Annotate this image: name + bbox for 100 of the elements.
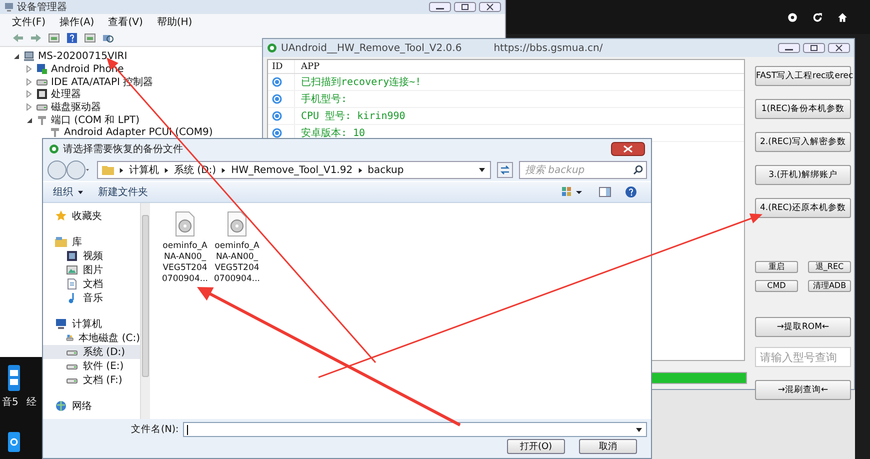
back-forward-icon[interactable] (47, 160, 91, 180)
menu-item[interactable]: 文件(F) (12, 14, 46, 28)
filename-field[interactable] (182, 422, 647, 437)
tree-item[interactable]: Android Adapter PCUI (COM9) (64, 126, 213, 138)
nav-item[interactable]: 音乐 (43, 291, 140, 305)
log-text: 已扫描到recovery连接~! (300, 76, 422, 89)
file-name[interactable]: oeminfo_ANA-AN00_VEG5T2040700904... (162, 241, 208, 285)
reboot-button[interactable]: 重启 (755, 261, 798, 273)
expand-toggle-icon[interactable] (25, 116, 33, 124)
preview-pane-icon[interactable] (599, 186, 611, 198)
model-search-field[interactable]: 请输入型号查询 (755, 347, 851, 367)
star-icon (55, 210, 67, 222)
exit-rec-button[interactable]: 退_REC (808, 261, 851, 273)
help-icon[interactable] (66, 32, 78, 44)
properties-icon[interactable] (84, 32, 96, 44)
nav-item[interactable]: 图片 (43, 263, 140, 277)
port-icon (36, 114, 48, 126)
tree-item[interactable]: MS-20200715VIRI (38, 50, 128, 62)
disc-file-icon[interactable] (175, 211, 195, 237)
app-tile-icon[interactable] (8, 365, 20, 391)
tree-item[interactable]: 处理器 (51, 87, 81, 102)
app-logo-icon (267, 43, 277, 53)
close-icon[interactable] (479, 2, 501, 12)
chevron-icon (164, 166, 169, 174)
breadcrumb[interactable]: 计算机 (129, 163, 159, 177)
toolbar-button[interactable]: 新建文件夹 (94, 185, 152, 199)
help-icon[interactable] (625, 186, 637, 198)
nav-item[interactable]: 软件 (E:) (43, 359, 140, 373)
nav-item[interactable]: 收藏夹 (43, 209, 140, 223)
file-name[interactable]: oeminfo_ANA-AN00_VEG5T2040700904... (214, 241, 260, 285)
tree-item[interactable]: 磁盘驱动器 (51, 100, 101, 114)
window-title: 设备管理器 (17, 1, 67, 14)
chevron-icon (221, 166, 226, 174)
computer-icon (23, 50, 35, 62)
cmd-button[interactable]: CMD (755, 280, 798, 292)
open-button[interactable]: 打开(O) (507, 439, 565, 454)
folder-icon (102, 165, 114, 175)
column-header: ID (268, 60, 295, 73)
nav-item[interactable]: 系统 (D:) (43, 345, 140, 359)
dropdown-caret-icon[interactable] (634, 426, 643, 432)
nav-item[interactable]: 计算机 (43, 317, 140, 331)
computer-icon (55, 318, 67, 330)
action-button[interactable]: 2.(REC)写入解密参数 (755, 132, 851, 152)
drive-icon (66, 332, 74, 344)
nav-item[interactable]: 视频 (43, 249, 140, 263)
close-icon[interactable] (611, 142, 645, 156)
scrollbar[interactable] (140, 203, 150, 419)
nav-item[interactable]: 网络 (43, 399, 140, 413)
cancel-button[interactable]: 取消 (579, 439, 637, 454)
app-logo-icon (49, 144, 59, 154)
log-text: 手机型号: (300, 92, 348, 106)
menu-item[interactable]: 操作(A) (60, 14, 94, 28)
disc-file-icon[interactable] (227, 211, 247, 237)
tree-item[interactable]: 端口 (COM 和 LPT) (51, 112, 140, 127)
search-icon (633, 165, 643, 175)
menu-item[interactable]: 帮助(H) (156, 14, 192, 28)
search-field[interactable]: 搜索 backup (519, 161, 647, 179)
maximize-icon[interactable] (454, 2, 476, 12)
action-button[interactable]: FAST写入工程rec或erec (755, 66, 851, 86)
column-header: APP (300, 62, 320, 72)
minimize-icon[interactable] (429, 2, 451, 12)
expand-toggle-icon[interactable] (25, 65, 33, 74)
filename-label: 文件名(N): (131, 423, 179, 436)
nav-item[interactable]: 文档 (43, 277, 140, 291)
chevron-icon (358, 166, 363, 174)
document-icon (66, 278, 78, 290)
desktop-icon-label[interactable]: 音5 (2, 395, 18, 409)
expand-toggle-icon[interactable] (25, 103, 33, 112)
dropdown-caret-icon[interactable] (478, 167, 486, 173)
view-options-icon[interactable] (561, 186, 583, 198)
url-text: https://bbs.gsmua.cn/ (494, 42, 603, 54)
action-button[interactable]: 4.(REC)还原本机参数 (755, 198, 851, 218)
dialog-title: 请选择需要恢复的备份文件 (63, 142, 183, 156)
properties-icon[interactable] (48, 32, 60, 44)
expand-toggle-icon[interactable] (25, 78, 33, 86)
chip-icon (36, 88, 48, 100)
minimize-icon[interactable] (778, 43, 800, 53)
phone-device-icon (36, 63, 48, 76)
home-icon[interactable] (837, 12, 848, 22)
clean-adb-button[interactable]: 清理ADB (808, 280, 851, 292)
expand-toggle-icon[interactable] (12, 52, 20, 60)
network-icon (55, 400, 67, 412)
nav-item[interactable]: 本地磁盘 (C:) (43, 331, 140, 345)
desktop-icon-label[interactable]: 经 (26, 395, 36, 409)
breadcrumb[interactable]: HW_Remove_Tool_V1.92 (231, 164, 353, 176)
close-icon[interactable] (828, 43, 850, 53)
nav-item[interactable]: 文档 (F:) (43, 373, 140, 387)
log-text: CPU 型号: kirin990 (300, 110, 406, 123)
maximize-icon[interactable] (803, 43, 825, 53)
nav-item[interactable]: 库 (43, 235, 140, 249)
action-button[interactable]: 3.(开机)解绑账户 (755, 165, 851, 185)
toolbar-button[interactable]: 组织 (49, 185, 88, 199)
chevron-icon (119, 166, 124, 174)
log-text: 安卓版本: 10 (300, 126, 366, 140)
breadcrumb[interactable]: backup (368, 164, 404, 176)
menu-item[interactable]: 查看(V) (108, 14, 143, 28)
action-button[interactable]: 1(REC)备份本机参数 (755, 99, 851, 119)
expand-toggle-icon[interactable] (25, 90, 33, 98)
query-button[interactable]: →混刷查询← (755, 380, 851, 400)
extract-rom-button[interactable]: →提取ROM← (755, 317, 851, 337)
